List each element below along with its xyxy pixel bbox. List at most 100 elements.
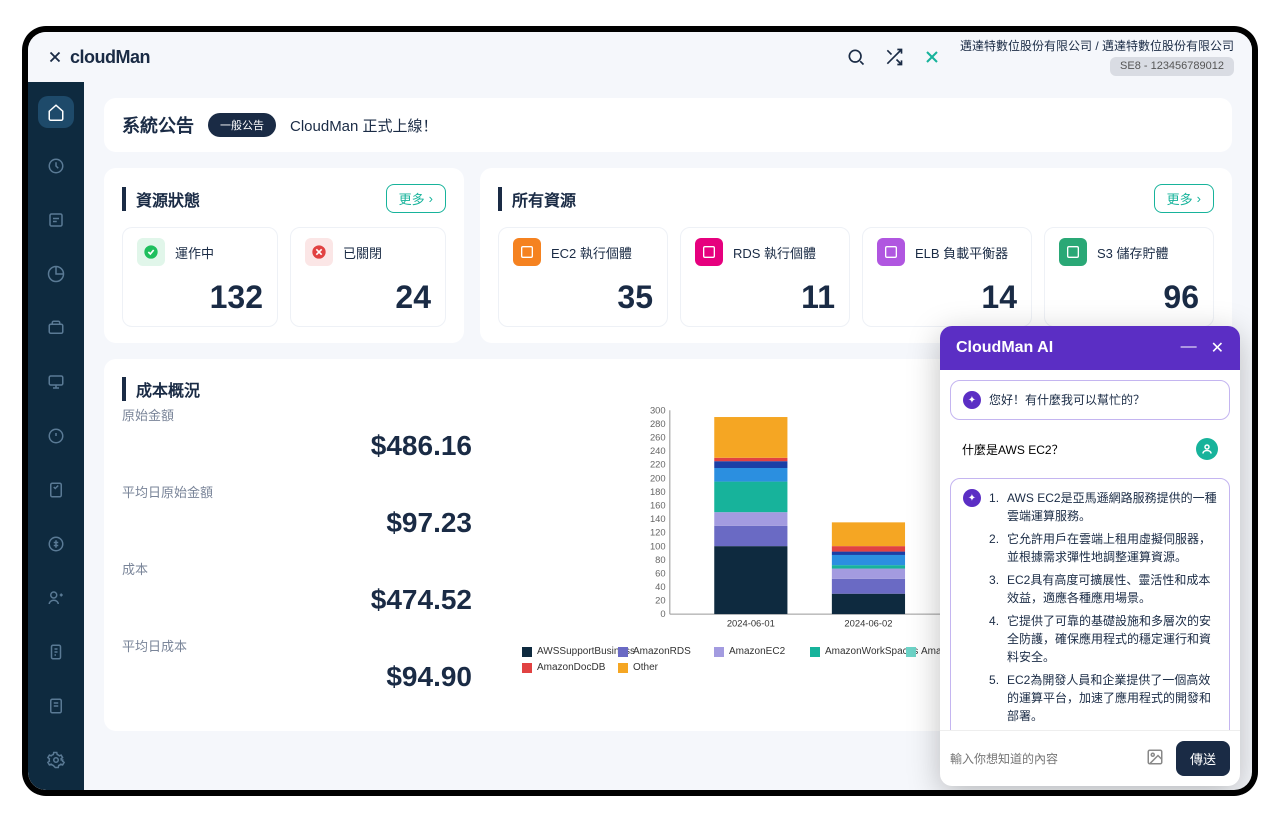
logo: cloudMan — [46, 47, 150, 68]
resources-panel: 所有資源 更多› EC2 執行個體 35 RDS 執行個體 11 — [480, 168, 1232, 343]
svg-text:40: 40 — [655, 581, 665, 592]
sidebar-settings[interactable] — [38, 744, 74, 776]
svg-text:280: 280 — [650, 418, 666, 429]
announcement-bar: 系統公告 一般公告 CloudMan 正式上線！ — [104, 98, 1232, 152]
close-icon[interactable]: ✕ — [1211, 338, 1224, 358]
sidebar-alerts[interactable] — [38, 420, 74, 452]
sidebar-analytics[interactable] — [38, 258, 74, 290]
resource-icon — [877, 238, 905, 266]
ai-answer-item: 它提供了可靠的基礎設施和多層次的安全防護，確保應用程式的穩定運行和資料安全。 — [989, 612, 1217, 666]
svg-text:120: 120 — [650, 527, 666, 538]
resource-label: S3 儲存貯體 — [1097, 243, 1169, 262]
cost-item: 原始金額 $486.16 — [122, 405, 472, 462]
sidebar — [28, 82, 84, 790]
svg-text:20: 20 — [655, 595, 665, 606]
resource-card[interactable]: ELB 負載平衡器 14 — [862, 227, 1032, 327]
svg-text:2024-06-02: 2024-06-02 — [844, 618, 892, 629]
account-info: 邁達特數位股份有限公司 / 邁達特數位股份有限公司 SE8 - 12345678… — [960, 38, 1234, 76]
resource-value: 35 — [513, 279, 653, 316]
resource-label: ELB 負載平衡器 — [915, 243, 1008, 262]
legend-item: AmazonDocDB — [522, 662, 604, 674]
search-icon[interactable] — [846, 47, 866, 67]
status-panel: 資源狀態 更多› 運作中 132 已關閉 24 — [104, 168, 464, 343]
status-icon — [137, 238, 165, 266]
svg-text:240: 240 — [650, 445, 666, 456]
cost-label: 成本 — [122, 559, 472, 578]
resource-icon — [1059, 238, 1087, 266]
svg-text:100: 100 — [650, 540, 666, 551]
ai-answer-item: AWS EC2是亞馬遜網路服務提供的一種雲端運算服務。 — [989, 489, 1217, 525]
status-icon — [305, 238, 333, 266]
image-icon[interactable] — [1146, 748, 1168, 770]
ai-avatar-icon: ✦ — [963, 489, 981, 507]
cost-item: 成本 $474.52 — [122, 559, 472, 616]
announce-heading: 系統公告 — [122, 112, 194, 138]
resource-card[interactable]: EC2 執行個體 35 — [498, 227, 668, 327]
ai-answer-item: 它允許用戶在雲端上租用虛擬伺服器，並根據需求彈性地調整運算資源。 — [989, 530, 1217, 566]
sidebar-resources[interactable] — [38, 312, 74, 344]
resource-card[interactable]: S3 儲存貯體 96 — [1044, 227, 1214, 327]
sidebar-monitor[interactable] — [38, 366, 74, 398]
legend-item: AWSSupportBusiness — [522, 646, 604, 658]
sidebar-reports[interactable] — [38, 636, 74, 668]
sidebar-dashboard[interactable] — [38, 150, 74, 182]
cost-panel-title: 成本概況 — [122, 377, 200, 401]
cost-item: 平均日成本 $94.90 — [122, 636, 472, 693]
sidebar-cost[interactable] — [38, 528, 74, 560]
status-more-button[interactable]: 更多› — [386, 184, 446, 213]
ai-input[interactable] — [950, 752, 1138, 766]
cost-label: 原始金額 — [122, 405, 472, 424]
svg-text:0: 0 — [660, 608, 665, 619]
chevron-right-icon: › — [1197, 191, 1201, 206]
resource-value: 96 — [1059, 279, 1199, 316]
resource-card[interactable]: RDS 執行個體 11 — [680, 227, 850, 327]
sidebar-billing[interactable] — [38, 204, 74, 236]
cost-item: 平均日原始金額 $97.23 — [122, 482, 472, 539]
brand-text: cloudMan — [70, 47, 150, 68]
svg-text:2024-06-01: 2024-06-01 — [727, 618, 775, 629]
minimize-icon[interactable]: — — [1181, 338, 1197, 358]
ai-title: CloudMan AI — [956, 339, 1053, 357]
svg-text:260: 260 — [650, 432, 666, 443]
status-panel-title: 資源狀態 — [122, 187, 200, 211]
user-avatar-icon — [1196, 438, 1218, 460]
shuffle-icon[interactable] — [884, 47, 904, 67]
ai-answer-msg: ✦ AWS EC2是亞馬遜網路服務提供的一種雲端運算服務。它允許用戶在雲端上租用… — [950, 478, 1230, 730]
status-label: 已關閉 — [343, 243, 382, 262]
svg-text:180: 180 — [650, 486, 666, 497]
ai-answer-item: EC2具有高度可擴展性、靈活性和成本效益，適應各種應用場景。 — [989, 571, 1217, 607]
resources-more-button[interactable]: 更多› — [1154, 184, 1214, 213]
announce-text: CloudMan 正式上線！ — [290, 115, 438, 136]
svg-text:220: 220 — [650, 459, 666, 470]
ai-answer-item: EC2為開發人員和企業提供了一個高效的運算平台，加速了應用程式的開發和部署。 — [989, 671, 1217, 725]
svg-text:60: 60 — [655, 567, 665, 578]
status-value: 24 — [305, 279, 431, 316]
resource-value: 14 — [877, 279, 1017, 316]
brand-icon[interactable] — [922, 47, 942, 67]
legend-item: AmazonWorkSpaces — [810, 646, 892, 658]
account-badge: SE8 - 123456789012 — [1110, 57, 1234, 76]
status-label: 運作中 — [175, 243, 214, 262]
svg-text:140: 140 — [650, 513, 666, 524]
sidebar-home[interactable] — [38, 96, 74, 128]
sidebar-users[interactable] — [38, 582, 74, 614]
status-card[interactable]: 運作中 132 — [122, 227, 278, 327]
sidebar-docs[interactable] — [38, 690, 74, 722]
sidebar-security[interactable] — [38, 474, 74, 506]
user-question-msg: 什麼是AWS EC2？ — [950, 430, 1230, 468]
resources-panel-title: 所有資源 — [498, 187, 576, 211]
resource-icon — [695, 238, 723, 266]
ai-avatar-icon: ✦ — [963, 391, 981, 409]
status-card[interactable]: 已關閉 24 — [290, 227, 446, 327]
chevron-right-icon: › — [429, 191, 433, 206]
legend-item: AmazonRDS — [618, 646, 700, 658]
legend-item: AmazonEC2 — [714, 646, 796, 658]
svg-text:300: 300 — [650, 405, 666, 415]
cost-label: 平均日原始金額 — [122, 482, 472, 501]
cost-value: $94.90 — [122, 661, 472, 693]
cost-value: $486.16 — [122, 430, 472, 462]
status-value: 132 — [137, 279, 263, 316]
resource-value: 11 — [695, 279, 835, 316]
ai-send-button[interactable]: 傳送 — [1176, 741, 1230, 776]
cost-value: $97.23 — [122, 507, 472, 539]
